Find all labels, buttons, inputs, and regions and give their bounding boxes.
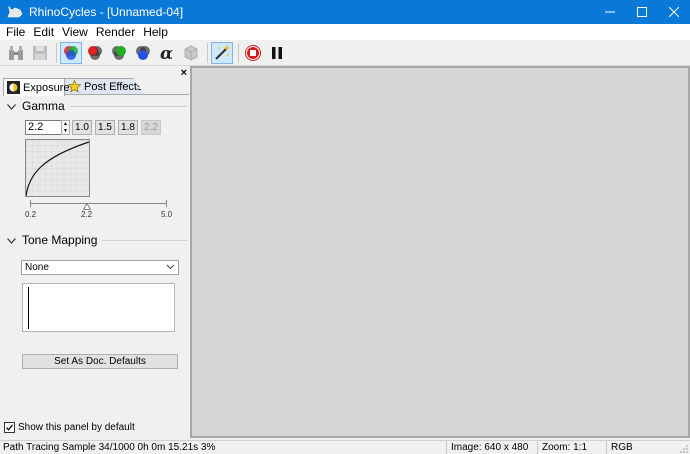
- blue-channel-icon: [136, 45, 150, 60]
- menu-bar: File Edit View Render Help: [0, 24, 690, 40]
- window-title: RhinoCycles - [Unnamed-04]: [29, 5, 184, 19]
- rhino-icon: [7, 5, 23, 19]
- checkmark-icon: [6, 424, 14, 431]
- slider-min-label: 0.2: [25, 210, 37, 219]
- alpha-channel-icon: α: [160, 44, 173, 62]
- section-divider: [69, 105, 187, 107]
- tone-mapping-header-label: Tone Mapping: [22, 233, 98, 247]
- tone-mapping-section-header[interactable]: Tone Mapping: [7, 233, 187, 247]
- stop-render-button[interactable]: [242, 42, 264, 64]
- rgb-channels-button[interactable]: [60, 41, 82, 64]
- gamma-preset-2-2[interactable]: 2.2: [141, 120, 161, 135]
- tone-mapping-select[interactable]: None: [21, 260, 179, 275]
- gamma-curve-graph: [25, 139, 90, 197]
- chevron-down-icon: [166, 262, 175, 275]
- red-channel-icon: [88, 45, 102, 60]
- menu-view[interactable]: View: [58, 24, 92, 40]
- set-as-doc-defaults-button[interactable]: Set As Doc. Defaults: [22, 354, 178, 369]
- exposure-icon: [7, 81, 20, 94]
- gamma-section-header[interactable]: Gamma: [7, 99, 187, 113]
- spin-up-icon[interactable]: ▲: [62, 121, 69, 128]
- gamma-value-input[interactable]: 2.2: [25, 120, 65, 135]
- tab-exposure-label: Exposure: [23, 81, 70, 94]
- status-divider: [537, 441, 538, 454]
- star-icon: [68, 80, 81, 93]
- section-divider: [102, 239, 187, 241]
- zoom-text: Zoom: 1:1: [542, 442, 588, 453]
- 3d-object-button[interactable]: [180, 42, 202, 64]
- gamma-preset-1-5[interactable]: 1.5: [95, 120, 115, 135]
- spin-down-icon[interactable]: ▼: [62, 128, 69, 135]
- rgb-channels-icon: [64, 45, 78, 60]
- status-divider: [446, 441, 447, 454]
- show-panel-default-option[interactable]: Show this panel by default: [4, 422, 135, 433]
- green-channel-icon: [112, 45, 126, 60]
- slider-tick: [166, 200, 167, 207]
- title-bar: RhinoCycles - [Unnamed-04]: [0, 0, 690, 24]
- tone-mapping-selected: None: [25, 262, 49, 273]
- tab-exposure[interactable]: Exposure: [3, 78, 69, 96]
- magic-wand-button[interactable]: [211, 41, 233, 64]
- gamma-spinner[interactable]: ▲ ▼: [61, 120, 70, 135]
- status-divider: [606, 441, 607, 454]
- tab-post-effects[interactable]: Post Effects: [65, 78, 145, 95]
- render-progress-text: Path Tracing Sample 34/1000 0h 0m 15.21s…: [3, 442, 216, 453]
- slider-tick: [30, 200, 31, 207]
- status-bar: Path Tracing Sample 34/1000 0h 0m 15.21s…: [0, 440, 690, 454]
- binoculars-icon: [9, 45, 23, 60]
- red-channel-button[interactable]: [84, 42, 106, 64]
- show-panel-label: Show this panel by default: [18, 422, 135, 433]
- channel-text: RGB: [611, 442, 633, 453]
- save-icon: [33, 45, 47, 60]
- alpha-channel-button[interactable]: α: [156, 42, 178, 64]
- pause-render-button[interactable]: [266, 42, 288, 64]
- tab-post-effects-label: Post Effects: [84, 80, 143, 93]
- render-viewport[interactable]: [190, 66, 690, 438]
- green-channel-button[interactable]: [108, 42, 130, 64]
- menu-edit[interactable]: Edit: [29, 24, 58, 40]
- close-window-button[interactable]: [658, 0, 690, 24]
- toolbar-separator: [56, 42, 57, 63]
- resize-grip-icon[interactable]: [679, 444, 688, 453]
- minimize-button[interactable]: [594, 0, 626, 24]
- maximize-button[interactable]: [626, 0, 658, 24]
- menu-render[interactable]: Render: [92, 24, 139, 40]
- svg-text:α: α: [160, 44, 173, 62]
- chevron-down-icon: [7, 233, 17, 247]
- gamma-preset-1-8[interactable]: 1.8: [118, 120, 138, 135]
- slider-mid-label: 2.2: [81, 210, 93, 219]
- 3d-object-icon: [184, 44, 198, 61]
- gamma-header-label: Gamma: [22, 99, 65, 113]
- stop-icon: [245, 44, 261, 61]
- chevron-down-icon: [7, 99, 17, 113]
- image-size-text: Image: 640 x 480: [451, 442, 529, 453]
- gamma-slider-track[interactable]: [30, 203, 167, 204]
- toolbar-separator: [207, 42, 208, 63]
- slider-max-label: 5.0: [161, 210, 173, 219]
- menu-file[interactable]: File: [2, 24, 29, 40]
- blue-channel-button[interactable]: [132, 42, 154, 64]
- text-cursor: [28, 287, 29, 329]
- menu-help[interactable]: Help: [139, 24, 172, 40]
- exposure-panel: × Exposure Post Effects Gamma 2.2 ▲ ▼ 1.…: [3, 67, 189, 437]
- tone-mapping-settings-box[interactable]: [22, 283, 175, 332]
- binoculars-button[interactable]: [5, 42, 27, 64]
- gamma-preset-1-0[interactable]: 1.0: [72, 120, 92, 135]
- show-panel-checkbox[interactable]: [4, 422, 15, 433]
- save-button[interactable]: [29, 42, 51, 64]
- panel-tabs: Exposure Post Effects: [3, 78, 189, 96]
- pause-icon: [272, 46, 282, 59]
- toolbar: α: [0, 40, 690, 66]
- magic-wand-icon: [215, 44, 230, 60]
- toolbar-separator: [238, 42, 239, 63]
